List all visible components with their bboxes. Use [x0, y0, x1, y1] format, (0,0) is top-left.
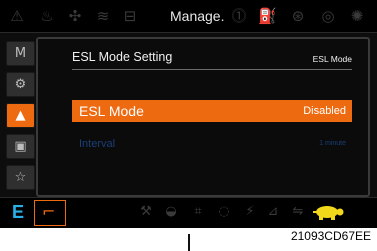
- panel-subtitle: ESL Mode: [312, 54, 352, 64]
- power-mode-icon: ⚡: [245, 204, 255, 219]
- engine-check-icon: ⊛: [291, 7, 305, 25]
- work-tool-icon: ⚒: [140, 204, 152, 219]
- sidebar-item-user[interactable]: ▲: [6, 103, 35, 128]
- tool-icon: ⊿: [267, 204, 279, 219]
- grid-icon: ⌗: [194, 204, 202, 219]
- interval-label: Interval: [79, 138, 116, 150]
- interval-row[interactable]: Interval 1 minute: [72, 137, 352, 153]
- star-icon: ☆: [14, 170, 27, 185]
- pointer-line: [188, 234, 190, 251]
- panel-title: ESL Mode Setting: [72, 50, 173, 64]
- gear-icon: ⚙: [14, 77, 27, 92]
- turtle-icon: [313, 206, 344, 220]
- boom-mode-button[interactable]: ⌐: [34, 200, 66, 226]
- sidebar: M ⚙ ▲ ▣ ☆: [2, 37, 35, 197]
- brake-icon: ⓵: [231, 7, 247, 25]
- engine-icon: ✣: [68, 7, 82, 25]
- swing-icon: ⇋: [292, 204, 304, 219]
- menu-m-icon: M: [14, 46, 27, 61]
- user-icon: ▲: [15, 108, 26, 123]
- settings-panel: ESL Mode Setting ESL Mode ESL Mode Disab…: [36, 37, 370, 197]
- sidebar-item-display[interactable]: ▣: [6, 134, 35, 159]
- preheat-icon: ✺: [350, 7, 364, 25]
- coolant-temp-icon: ♨: [40, 7, 54, 25]
- sidebar-item-menu[interactable]: M: [6, 41, 35, 66]
- mode-letter: E: [12, 202, 25, 222]
- display-icon: ▣: [14, 139, 27, 154]
- bottom-status-bar: E ⌐ ⚒ ◒ ⌗ ◌ ⚡ ⊿ ⇋: [0, 197, 377, 228]
- figure-code: 21093CD67EE: [290, 229, 371, 243]
- hydraulic-oil-icon: ≋: [96, 7, 110, 25]
- top-bar-title: Manage.: [170, 8, 225, 24]
- esl-mode-row[interactable]: ESL Mode Disabled: [72, 100, 352, 122]
- top-status-bar: ⚠ ♨ ✣ ≋ ⊟ Manage. ⓵ ⛽ ⊛ ◎ ✺: [0, 0, 377, 33]
- warning-triangle-icon: ⚠: [10, 7, 24, 25]
- interval-value: 1 minute: [319, 140, 346, 147]
- oil-pressure-icon: ◎: [321, 7, 335, 25]
- battery-icon: ⊟: [123, 7, 137, 25]
- cup-icon: ◒: [165, 204, 177, 219]
- fuel-icon: ⛽: [258, 7, 277, 25]
- boom-mode-icon: ⌐: [42, 202, 56, 221]
- tank-icon: ◌: [218, 204, 230, 219]
- esl-mode-label: ESL Mode: [79, 103, 144, 119]
- sidebar-item-favorites[interactable]: ☆: [6, 165, 35, 190]
- esl-mode-value: Disabled: [303, 105, 346, 117]
- header-divider: [72, 69, 352, 70]
- sidebar-item-settings[interactable]: ⚙: [6, 72, 35, 97]
- cluster-screen: ⚠ ♨ ✣ ≋ ⊟ Manage. ⓵ ⛽ ⊛ ◎ ✺ M ⚙ ▲ ▣ ☆ ES…: [0, 0, 377, 228]
